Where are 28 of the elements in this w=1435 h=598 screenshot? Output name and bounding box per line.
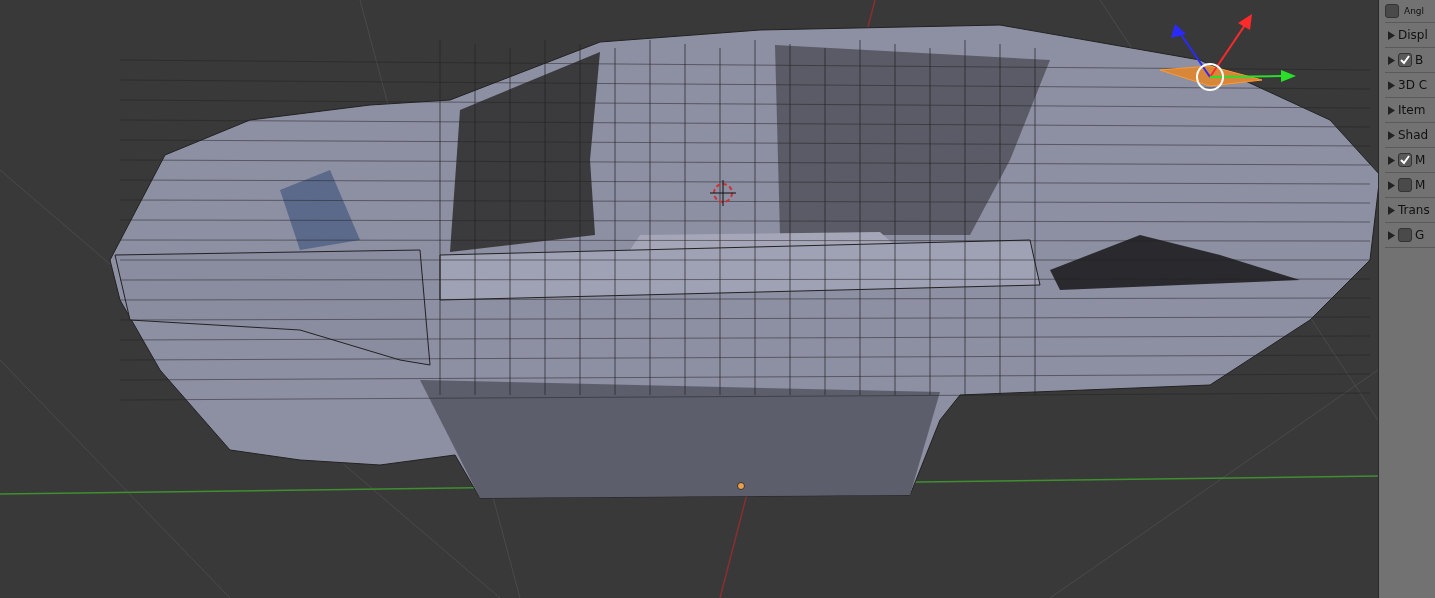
- expand-triangle-icon[interactable]: [1388, 55, 1395, 65]
- panel-header[interactable]: Displ: [1398, 28, 1428, 42]
- expand-triangle-icon[interactable]: [1388, 230, 1395, 240]
- origin-dot: [737, 482, 745, 490]
- transform-gizmo-icon[interactable]: [1171, 14, 1296, 91]
- expand-triangle-icon[interactable]: [1388, 30, 1395, 40]
- panel-header[interactable]: Item: [1398, 103, 1426, 117]
- checkbox[interactable]: [1398, 53, 1412, 67]
- checkbox[interactable]: [1385, 4, 1399, 18]
- expand-triangle-icon[interactable]: [1388, 105, 1395, 115]
- expand-triangle-icon[interactable]: [1388, 205, 1395, 215]
- panel-header[interactable]: 3D C: [1398, 78, 1428, 92]
- panel-header[interactable]: Trans: [1398, 203, 1430, 217]
- panel-header[interactable]: M: [1415, 178, 1426, 192]
- checkbox[interactable]: [1398, 178, 1412, 192]
- expand-triangle-icon[interactable]: [1388, 180, 1395, 190]
- expand-triangle-icon[interactable]: [1388, 80, 1395, 90]
- checkbox[interactable]: [1398, 228, 1412, 242]
- panel-header[interactable]: Shad: [1398, 128, 1429, 142]
- checkbox[interactable]: [1398, 153, 1412, 167]
- expand-triangle-icon[interactable]: [1388, 155, 1395, 165]
- panel-header[interactable]: M: [1415, 153, 1426, 167]
- panel-header[interactable]: G: [1415, 228, 1425, 242]
- 3d-cursor-icon[interactable]: [709, 179, 737, 207]
- option-label: Angl: [1404, 6, 1425, 16]
- 3d-viewport[interactable]: [0, 0, 1378, 598]
- expand-triangle-icon[interactable]: [1388, 130, 1395, 140]
- panel-header[interactable]: B: [1415, 53, 1424, 67]
